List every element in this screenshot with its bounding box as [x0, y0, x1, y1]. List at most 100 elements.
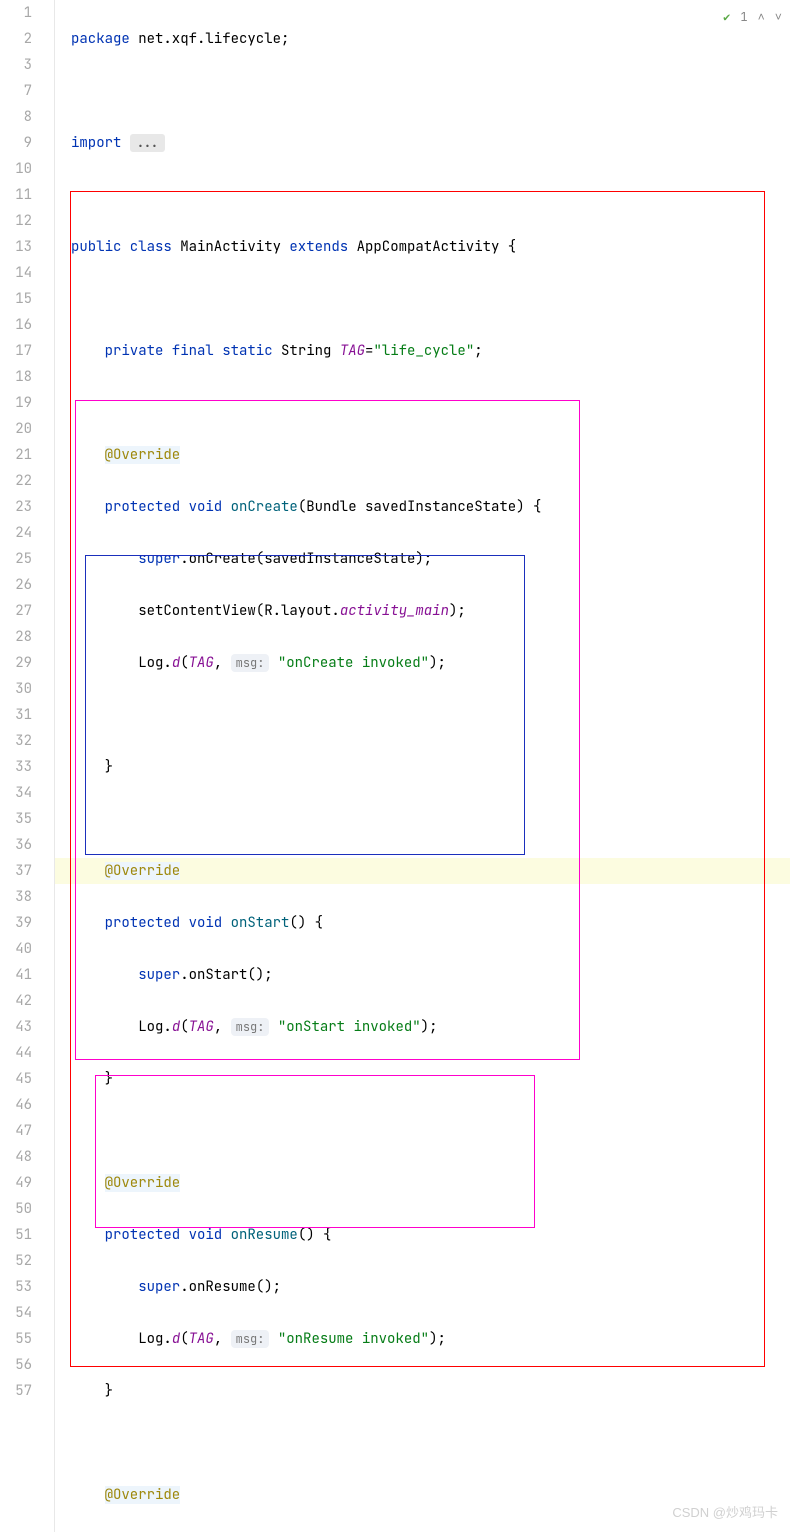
code-line[interactable]: package net.xqf.lifecycle;	[71, 26, 790, 52]
static-method: d	[172, 1018, 180, 1036]
line-number[interactable]: 43	[0, 1014, 32, 1040]
code-line[interactable]: Log.d(TAG, msg: "onCreate invoked");	[71, 650, 790, 676]
line-number[interactable]: 24	[0, 520, 32, 546]
keyword: public class	[71, 238, 180, 256]
line-number[interactable]: 33	[0, 754, 32, 780]
line-number[interactable]: 39	[0, 910, 32, 936]
line-number[interactable]: 16	[0, 312, 32, 338]
line-number[interactable]: 17	[0, 338, 32, 364]
code-line[interactable]	[71, 702, 790, 728]
line-number[interactable]: 11	[0, 182, 32, 208]
semicolon: ;	[281, 30, 289, 48]
line-number[interactable]: 29	[0, 650, 32, 676]
line-number[interactable]: 26	[0, 572, 32, 598]
code-line[interactable]	[71, 390, 790, 416]
line-number[interactable]: 47	[0, 1118, 32, 1144]
line-number[interactable]: 53	[0, 1274, 32, 1300]
line-number[interactable]: 19	[0, 390, 32, 416]
code-line[interactable]	[71, 182, 790, 208]
annotation: @Override	[105, 1486, 181, 1504]
line-number[interactable]: 41	[0, 962, 32, 988]
code-line[interactable]: Log.d(TAG, msg: "onStart invoked");	[71, 1014, 790, 1040]
line-number[interactable]: 44	[0, 1040, 32, 1066]
line-number[interactable]: 25	[0, 546, 32, 572]
code-line[interactable]: protected void onStart() {	[71, 910, 790, 936]
line-number[interactable]: 55	[0, 1326, 32, 1352]
code-line[interactable]: private final static String TAG="life_cy…	[71, 338, 790, 364]
line-number[interactable]: 46	[0, 1092, 32, 1118]
code-line[interactable]: protected void onCreate(Bundle savedInst…	[71, 494, 790, 520]
line-number[interactable]: 18	[0, 364, 32, 390]
code-line[interactable]: import ...	[71, 130, 790, 156]
code-line[interactable]: @Override	[71, 1170, 790, 1196]
code-line[interactable]: }	[71, 754, 790, 780]
code-line[interactable]: setContentView(R.layout.activity_main);	[71, 598, 790, 624]
line-number[interactable]: 56	[0, 1352, 32, 1378]
code-line[interactable]: super.onResume();	[71, 1274, 790, 1300]
line-number-gutter[interactable]: 1 2 3 7 8 9 10 11 12 13 14 15 16 17 18 1…	[0, 0, 55, 1532]
code-line[interactable]: }	[71, 1378, 790, 1404]
line-number[interactable]: 38	[0, 884, 32, 910]
line-number[interactable]: 22	[0, 468, 32, 494]
code-line[interactable]: @Override	[71, 442, 790, 468]
line-number[interactable]: 42	[0, 988, 32, 1014]
call-prefix: Log.	[71, 654, 172, 672]
line-number[interactable]: 20	[0, 416, 32, 442]
field-name: TAG	[340, 342, 365, 360]
line-number[interactable]: 12	[0, 208, 32, 234]
call: .onStart();	[180, 966, 272, 984]
line-number[interactable]: 10	[0, 156, 32, 182]
line-number[interactable]: 3	[0, 52, 32, 78]
line-number[interactable]: 45	[0, 1066, 32, 1092]
code-line-highlighted[interactable]: @Override	[55, 858, 790, 884]
line-number[interactable]: 31	[0, 702, 32, 728]
line-number[interactable]: 49	[0, 1170, 32, 1196]
code-line[interactable]: Log.d(TAG, msg: "onResume invoked");	[71, 1326, 790, 1352]
space	[269, 1018, 277, 1036]
line-number[interactable]: 7	[0, 78, 32, 104]
line-number[interactable]: 8	[0, 104, 32, 130]
line-number[interactable]: 28	[0, 624, 32, 650]
line-number[interactable]: 52	[0, 1248, 32, 1274]
line-number[interactable]: 21	[0, 442, 32, 468]
code-line[interactable]: super.onCreate(savedInstanceState);	[71, 546, 790, 572]
code-line[interactable]	[71, 286, 790, 312]
line-number[interactable]: 36	[0, 832, 32, 858]
line-number[interactable]: 23	[0, 494, 32, 520]
collapsed-imports[interactable]: ...	[130, 134, 165, 152]
line-number[interactable]: 14	[0, 260, 32, 286]
code-line[interactable]	[71, 1118, 790, 1144]
line-number[interactable]: 40	[0, 936, 32, 962]
line-number[interactable]: 54	[0, 1300, 32, 1326]
line-number[interactable]: 9	[0, 130, 32, 156]
line-number[interactable]: 48	[0, 1144, 32, 1170]
line-number[interactable]: 37	[0, 858, 32, 884]
code-line[interactable]	[71, 806, 790, 832]
space	[269, 654, 277, 672]
line-number[interactable]: 32	[0, 728, 32, 754]
line-number[interactable]: 15	[0, 286, 32, 312]
string-literal: "onCreate invoked"	[278, 654, 429, 672]
code-line[interactable]: protected void onResume() {	[71, 1222, 790, 1248]
line-number[interactable]: 1	[0, 0, 32, 26]
code-line[interactable]	[71, 1430, 790, 1456]
code-line[interactable]	[71, 78, 790, 104]
code-area[interactable]: package net.xqf.lifecycle; import ... pu…	[55, 0, 790, 1532]
line-number[interactable]: 27	[0, 598, 32, 624]
line-number[interactable]: 30	[0, 676, 32, 702]
line-number[interactable]: 34	[0, 780, 32, 806]
line-number[interactable]: 35	[0, 806, 32, 832]
line-number[interactable]: 13	[0, 234, 32, 260]
line-number[interactable]: 51	[0, 1222, 32, 1248]
string-literal: "life_cycle"	[373, 342, 474, 360]
code-line[interactable]: super.onStart();	[71, 962, 790, 988]
line-number[interactable]: 2	[0, 26, 32, 52]
param-hint: msg:	[231, 654, 270, 672]
code-line[interactable]: public class MainActivity extends AppCom…	[71, 234, 790, 260]
code-line[interactable]: }	[71, 1066, 790, 1092]
line-number[interactable]: 57	[0, 1378, 32, 1404]
space	[269, 1330, 277, 1348]
class-name: MainActivity	[180, 238, 289, 256]
line-number[interactable]: 50	[0, 1196, 32, 1222]
paren: (	[180, 654, 188, 672]
